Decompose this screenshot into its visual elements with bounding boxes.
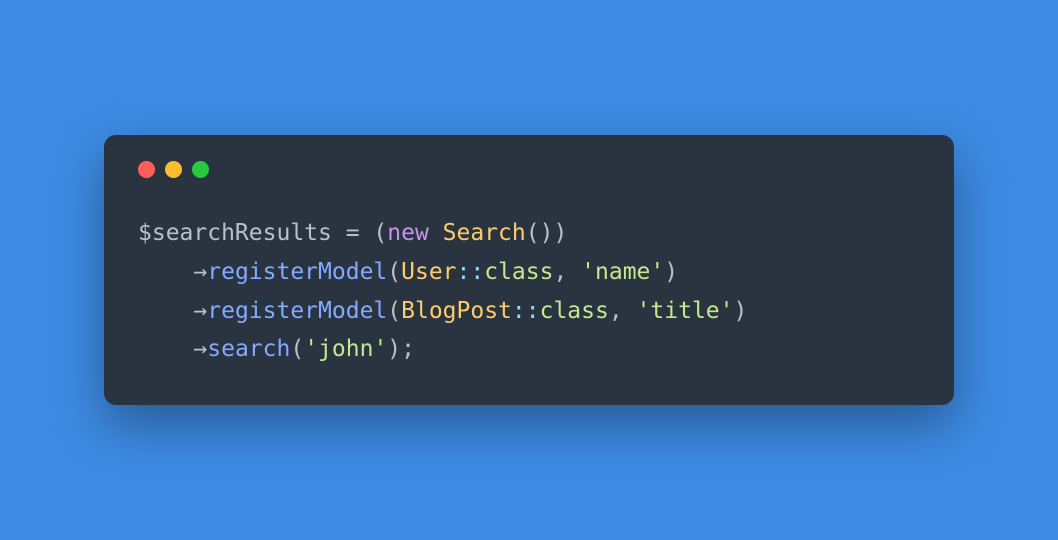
window-traffic-lights — [138, 161, 920, 178]
code-punct: ) — [664, 259, 678, 285]
code-method-registermodel: registerModel — [207, 259, 387, 285]
code-block: $searchResults = (new Search()) →registe… — [138, 214, 920, 369]
code-variable: $searchResults — [138, 220, 332, 246]
code-space — [429, 220, 443, 246]
code-window: $searchResults = (new Search()) →registe… — [104, 135, 954, 405]
code-indent — [138, 336, 193, 362]
code-class-search: Search — [443, 220, 526, 246]
code-string-john: 'john' — [304, 336, 387, 362]
code-string-name: 'name' — [581, 259, 664, 285]
code-punct: , — [609, 298, 637, 324]
code-class-user: User — [401, 259, 456, 285]
code-double-colon: :: — [512, 298, 540, 324]
window-minimize-dot — [165, 161, 182, 178]
code-punct: ()) — [526, 220, 568, 246]
code-prop-class: class — [540, 298, 609, 324]
code-punct: ( — [290, 336, 304, 362]
code-class-blogpost: BlogPost — [401, 298, 512, 324]
code-double-colon: :: — [457, 259, 485, 285]
arrow-icon: → — [193, 336, 207, 362]
code-punct: ) — [734, 298, 748, 324]
code-punct: ); — [387, 336, 415, 362]
code-punct: = ( — [332, 220, 387, 246]
arrow-icon: → — [193, 298, 207, 324]
code-method-registermodel: registerModel — [207, 298, 387, 324]
code-prop-class: class — [484, 259, 553, 285]
arrow-icon: → — [193, 259, 207, 285]
code-punct: ( — [387, 259, 401, 285]
code-string-title: 'title' — [637, 298, 734, 324]
code-indent — [138, 259, 193, 285]
window-zoom-dot — [192, 161, 209, 178]
window-close-dot — [138, 161, 155, 178]
code-method-search: search — [207, 336, 290, 362]
code-punct: , — [553, 259, 581, 285]
code-keyword-new: new — [387, 220, 429, 246]
code-indent — [138, 298, 193, 324]
code-punct: ( — [387, 298, 401, 324]
